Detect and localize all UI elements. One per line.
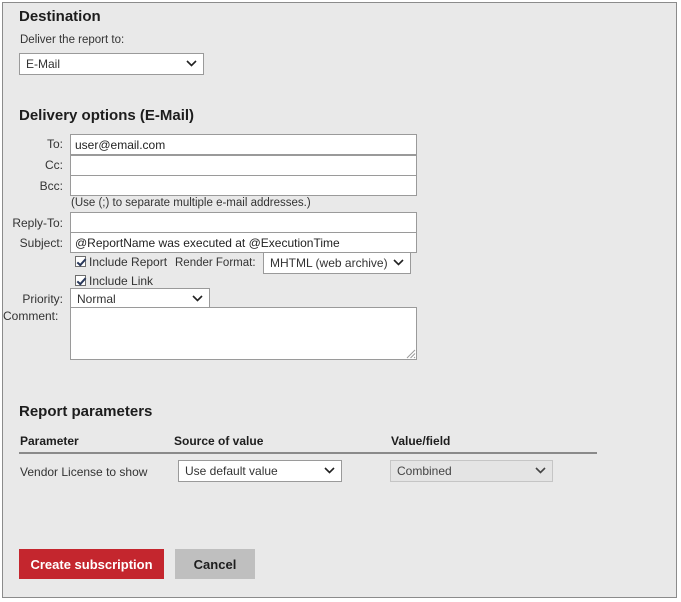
chevron-down-icon — [535, 461, 546, 481]
include-link-checkbox[interactable] — [75, 275, 86, 286]
delivery-options-heading: Delivery options (E-Mail) — [19, 107, 195, 124]
parameter-name-cell: Vendor License to show — [20, 465, 148, 479]
chevron-down-glyph — [324, 467, 335, 474]
to-label: To: — [46, 137, 63, 151]
create-subscription-button[interactable]: Create subscription — [19, 549, 164, 579]
deliver-report-to-label: Deliver the report to: — [20, 34, 125, 46]
value-field-select[interactable]: Combined — [390, 460, 553, 482]
column-header-source-of-value: Source of value — [174, 434, 264, 448]
comment-label: Comment: — [3, 309, 59, 323]
chevron-down-glyph — [192, 295, 203, 302]
bcc-label: Bcc: — [39, 179, 63, 193]
column-header-value-field: Value/field — [391, 434, 451, 448]
render-format-select-value: MHTML (web archive) — [270, 256, 388, 270]
to-input[interactable] — [70, 134, 417, 155]
source-of-value-select[interactable]: Use default value — [178, 460, 342, 482]
value-field-select-value: Combined — [397, 464, 452, 478]
chevron-down-icon — [192, 289, 203, 309]
cancel-button[interactable]: Cancel — [175, 549, 255, 579]
destination-heading: Destination — [19, 8, 101, 25]
chevron-down-glyph — [535, 467, 546, 474]
cc-input[interactable] — [70, 155, 417, 176]
chevron-down-icon — [393, 253, 404, 273]
include-report-row: Include Report — [75, 255, 167, 269]
source-of-value-select-value: Use default value — [185, 464, 278, 478]
delivery-extension-select-value: E-Mail — [26, 57, 61, 71]
bcc-input[interactable] — [70, 175, 417, 196]
reply-to-label: Reply-To: — [12, 216, 63, 230]
render-format-select[interactable]: MHTML (web archive) — [263, 252, 411, 274]
chevron-down-icon — [324, 461, 335, 481]
email-separator-hint: (Use (;) to separate multiple e-mail add… — [71, 197, 311, 209]
chevron-down-glyph — [393, 259, 404, 266]
parameters-table-divider — [19, 452, 597, 454]
comment-textarea[interactable] — [70, 307, 417, 360]
chevron-down-icon — [186, 54, 197, 74]
priority-label: Priority: — [22, 292, 63, 306]
column-header-parameter: Parameter — [20, 434, 79, 448]
subscription-form-page: Destination Deliver the report to: E-Mai… — [2, 2, 677, 598]
subject-input[interactable] — [70, 232, 417, 253]
reply-to-input[interactable] — [70, 212, 417, 233]
include-link-row: Include Link — [75, 274, 153, 288]
delivery-extension-select[interactable]: E-Mail — [19, 53, 204, 75]
render-format-label: Render Format: — [175, 257, 256, 269]
priority-select-value: Normal — [77, 292, 116, 306]
subject-label: Subject: — [19, 236, 63, 250]
report-parameters-heading: Report parameters — [19, 403, 153, 420]
include-report-label: Include Report — [89, 255, 168, 269]
cc-label: Cc: — [45, 158, 63, 172]
include-link-label: Include Link — [89, 274, 154, 288]
include-report-checkbox[interactable] — [75, 256, 86, 267]
chevron-down-glyph — [186, 60, 197, 67]
